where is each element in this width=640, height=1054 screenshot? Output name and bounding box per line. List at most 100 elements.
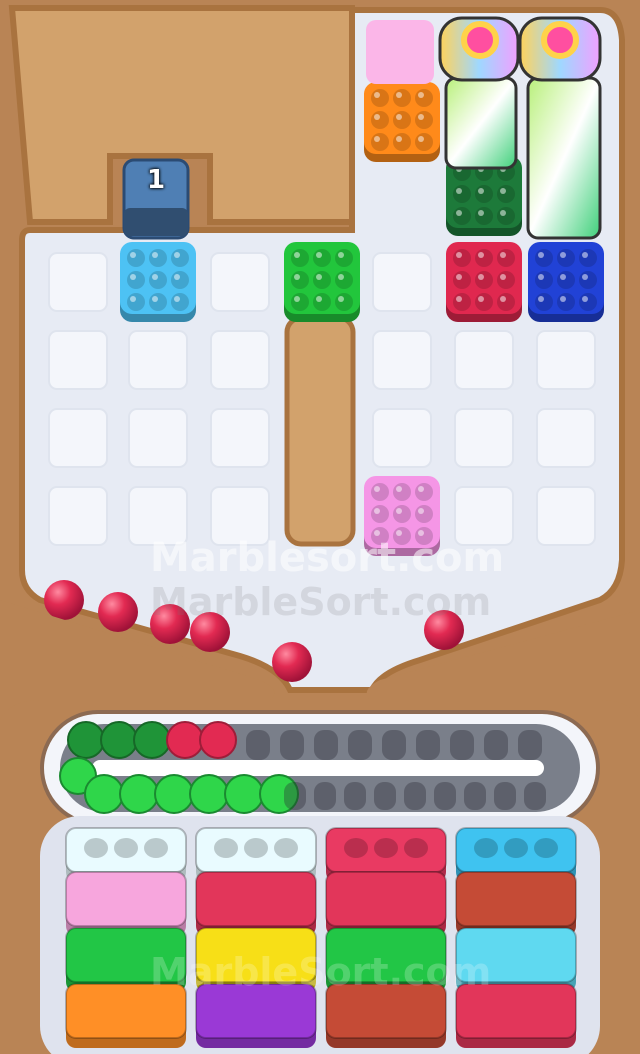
tray-block[interactable] <box>325 871 447 936</box>
tray-block[interactable] <box>65 927 187 992</box>
box-marble <box>497 207 515 225</box>
grid-cell <box>128 408 188 468</box>
tray-block[interactable] <box>455 983 577 1048</box>
conveyor-slot <box>434 782 456 810</box>
conveyor-slot <box>284 782 306 810</box>
tray-slot <box>534 838 558 858</box>
conveyor-marble <box>67 721 105 759</box>
box-marble <box>557 293 575 311</box>
conveyor-slot <box>404 782 426 810</box>
conveyor-slot <box>374 782 396 810</box>
conveyor-marble <box>224 774 264 814</box>
conveyor-marble <box>133 721 171 759</box>
tray-block[interactable] <box>325 927 447 992</box>
box-marble <box>393 505 411 523</box>
box-marble <box>291 249 309 267</box>
box-marble <box>127 293 145 311</box>
box-marble <box>535 271 553 289</box>
box-marble <box>313 271 331 289</box>
box-marble <box>149 249 167 267</box>
box-marble <box>453 293 471 311</box>
conveyor-marble <box>166 721 204 759</box>
box-marble <box>149 293 167 311</box>
tray-slot <box>504 838 528 858</box>
tray-block[interactable] <box>325 983 447 1048</box>
conveyor-slot <box>314 782 336 810</box>
grid-cell <box>48 252 108 312</box>
box-marble <box>557 271 575 289</box>
grid-cell <box>128 486 188 546</box>
tray-slot <box>274 838 298 858</box>
grid-cell <box>210 486 270 546</box>
box-marble <box>415 89 433 107</box>
tube-right[interactable] <box>518 16 602 240</box>
conveyor-slot <box>484 730 508 760</box>
red-marble <box>272 642 312 682</box>
conveyor-marble <box>84 774 124 814</box>
marble-box-pink[interactable] <box>364 476 440 556</box>
game-scene <box>0 0 640 1054</box>
tray-slot <box>84 838 108 858</box>
box-marble <box>393 89 411 107</box>
conveyor-slot <box>464 782 486 810</box>
grid-cell <box>454 486 514 546</box>
tray-slot <box>374 838 398 858</box>
box-marble <box>171 249 189 267</box>
conveyor-marble <box>199 721 237 759</box>
box-marble <box>579 293 597 311</box>
grid-cell <box>536 486 596 546</box>
box-marble <box>371 483 389 501</box>
pink-block-top[interactable] <box>366 20 434 84</box>
conveyor-marble <box>189 774 229 814</box>
box-marble <box>453 271 471 289</box>
marble-box-blue[interactable] <box>528 242 604 322</box>
marble-box-red[interactable] <box>446 242 522 322</box>
box-marble <box>415 483 433 501</box>
tray-block[interactable] <box>455 927 577 992</box>
box-marble <box>497 293 515 311</box>
tray-block[interactable] <box>195 983 317 1048</box>
grid-cell <box>210 330 270 390</box>
tray-slot <box>214 838 238 858</box>
conveyor-slot <box>416 730 440 760</box>
box-marble <box>557 249 575 267</box>
box-marble <box>171 271 189 289</box>
box-marble <box>475 207 493 225</box>
conveyor-marble <box>100 721 138 759</box>
box-marble <box>335 271 353 289</box>
box-marble <box>415 111 433 129</box>
tube-left[interactable] <box>438 16 520 170</box>
grid-cell <box>372 408 432 468</box>
box-marble <box>371 527 389 545</box>
marble-box-orange[interactable] <box>364 82 440 162</box>
tray-slot <box>404 838 428 858</box>
grid-cell <box>210 252 270 312</box>
launcher-count: 1 <box>146 165 166 195</box>
tray-block[interactable] <box>455 871 577 936</box>
tray-block[interactable] <box>195 927 317 992</box>
tube-cap-icon <box>541 21 579 59</box>
box-marble <box>535 293 553 311</box>
tray-block[interactable] <box>195 871 317 936</box>
marble-box-cyan[interactable] <box>120 242 196 322</box>
box-marble <box>335 293 353 311</box>
tray-slot <box>144 838 168 858</box>
grid-cell <box>372 330 432 390</box>
wood-divider <box>284 315 356 547</box>
tray-block[interactable] <box>65 983 187 1048</box>
marble-box-green[interactable] <box>284 242 360 322</box>
conveyor-slot <box>450 730 474 760</box>
tray-block[interactable] <box>65 871 187 936</box>
box-marble <box>415 133 433 151</box>
box-marble <box>579 271 597 289</box>
grid-cell <box>128 330 188 390</box>
conveyor-slot <box>382 730 406 760</box>
box-marble <box>127 249 145 267</box>
conveyor-marble <box>119 774 159 814</box>
conveyor-slot <box>246 730 270 760</box>
box-marble <box>497 271 515 289</box>
red-marble <box>98 592 138 632</box>
grid-cell <box>536 330 596 390</box>
box-marble <box>415 527 433 545</box>
red-marble <box>424 610 464 650</box>
